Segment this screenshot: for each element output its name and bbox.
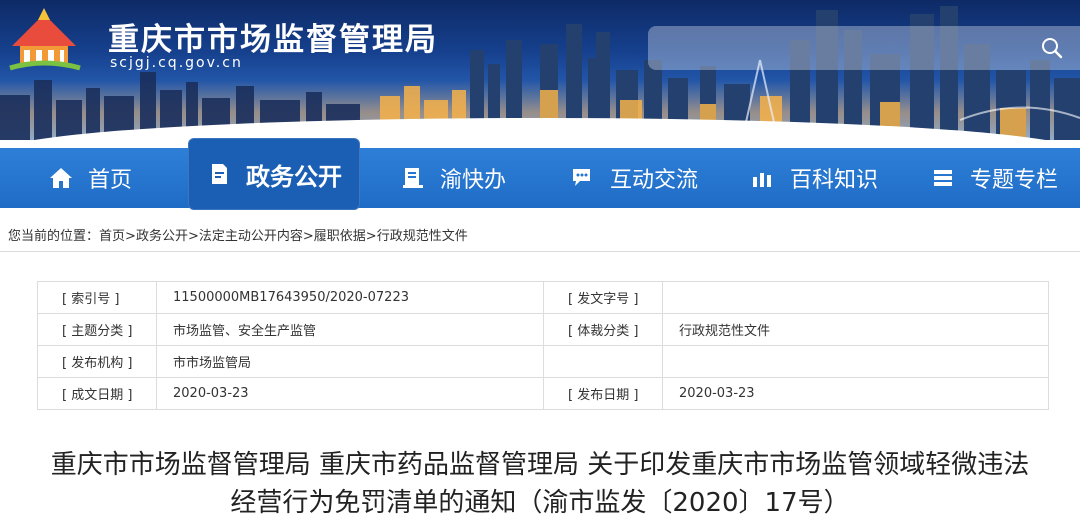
breadcrumb-link-statutory-disclosure[interactable]: 法定主动公开内容 (199, 229, 303, 244)
meta-label-doc-number: [ 发文字号 ] (543, 281, 663, 314)
meta-value-published-date: 2020-03-23 (662, 377, 1049, 410)
breadcrumb-prefix: 您当前的位置： (8, 229, 100, 244)
nav-item-yukuaiban[interactable]: 渝快办 (400, 148, 506, 208)
nav-item-label: 百科知识 (790, 168, 879, 193)
nav-item-label: 渝快办 (440, 168, 507, 193)
meta-label-issuer: [ 发布机构 ] (37, 345, 157, 378)
meta-label-genre: [ 体裁分类 ] (543, 313, 663, 346)
meta-value-issuer: 市市场监管局 (156, 345, 544, 378)
document-title-line-1: 重庆市市场监督管理局 重庆市药品监督管理局 关于印发重庆市市场监管领域轻微违法 (50, 450, 1030, 480)
document-title-line-2: 经营行为免罚清单的通知（渝市监发〔2020〕17号） (230, 488, 850, 518)
document-title: 重庆市市场监督管理局 重庆市药品监督管理局 关于印发重庆市市场监管领域轻微违法 … (0, 446, 1080, 522)
breadcrumb-link-home[interactable]: 首页 (99, 229, 125, 244)
nav-item-encyclopedia[interactable]: 百科知识 (750, 148, 878, 208)
meta-value-created-date: 2020-03-23 (156, 377, 544, 410)
meta-label-index: [ 索引号 ] (37, 281, 157, 314)
breadcrumb-separator: > (125, 229, 136, 244)
search-input[interactable] (660, 34, 1020, 62)
breadcrumb-separator: > (302, 229, 314, 244)
nav-item-label: 专题专栏 (970, 168, 1059, 193)
nav-item-label: 互动交流 (610, 168, 699, 193)
breadcrumb-separator: > (365, 229, 377, 244)
document-icon (212, 164, 227, 184)
chart-bars-icon (753, 173, 771, 187)
nav-item-government-affairs[interactable]: 政务公开 (188, 138, 360, 210)
search-icon[interactable] (1040, 36, 1064, 60)
table-row: [ 主题分类 ] 市场监管、安全生产监管 [ 体裁分类 ] 行政规范性文件 (37, 313, 1049, 346)
book-icon (403, 168, 423, 188)
meta-label-created-date: [ 成文日期 ] (37, 377, 157, 410)
breadcrumb-link-normative-documents[interactable]: 行政规范性文件 (377, 229, 468, 244)
document-meta-table: [ 索引号 ] 11500000MB17643950/2020-07223 [ … (37, 281, 1049, 410)
meta-empty-cell (543, 345, 663, 378)
meta-value-doc-number (662, 281, 1049, 314)
nav-item-label: 首页 (88, 168, 133, 193)
nav-item-home[interactable]: 首页 (48, 148, 132, 208)
breadcrumb-link-government-affairs[interactable]: 政务公开 (136, 229, 188, 244)
breadcrumb-separator: > (187, 229, 199, 244)
site-domain: scjgj.cq.gov.cn (110, 55, 243, 71)
chat-icon (573, 169, 590, 186)
meta-value-index: 11500000MB17643950/2020-07223 (156, 281, 544, 314)
meta-empty-cell (662, 345, 1049, 378)
table-row: [ 成文日期 ] 2020-03-23 [ 发布日期 ] 2020-03-23 (37, 377, 1049, 410)
table-row: [ 发布机构 ] 市市场监管局 (37, 345, 1049, 378)
breadcrumb-link-duty-basis[interactable]: 履职依据 (314, 229, 366, 244)
breadcrumb: 您当前的位置：首页>政务公开>法定主动公开内容>履职依据>行政规范性文件 (0, 222, 1080, 252)
nav-item-special-topics[interactable]: 专题专栏 (930, 148, 1058, 208)
meta-value-topic: 市场监管、安全生产监管 (156, 313, 544, 346)
stack-icon (934, 170, 952, 186)
nav-item-label: 政务公开 (246, 162, 342, 191)
main-nav: 首页 政务公开 渝快办 互动交流 百科知识 专题专栏 (0, 138, 1080, 210)
table-row: [ 索引号 ] 11500000MB17643950/2020-07223 [ … (37, 281, 1049, 314)
nav-item-interaction[interactable]: 互动交流 (570, 148, 698, 208)
logo-icon (9, 8, 81, 71)
search-box[interactable] (648, 26, 1080, 70)
home-icon (50, 168, 72, 188)
meta-label-topic: [ 主题分类 ] (37, 313, 157, 346)
site-title: 重庆市市场监督管理局 (108, 22, 438, 58)
meta-value-genre: 行政规范性文件 (662, 313, 1049, 346)
meta-label-published-date: [ 发布日期 ] (543, 377, 663, 410)
